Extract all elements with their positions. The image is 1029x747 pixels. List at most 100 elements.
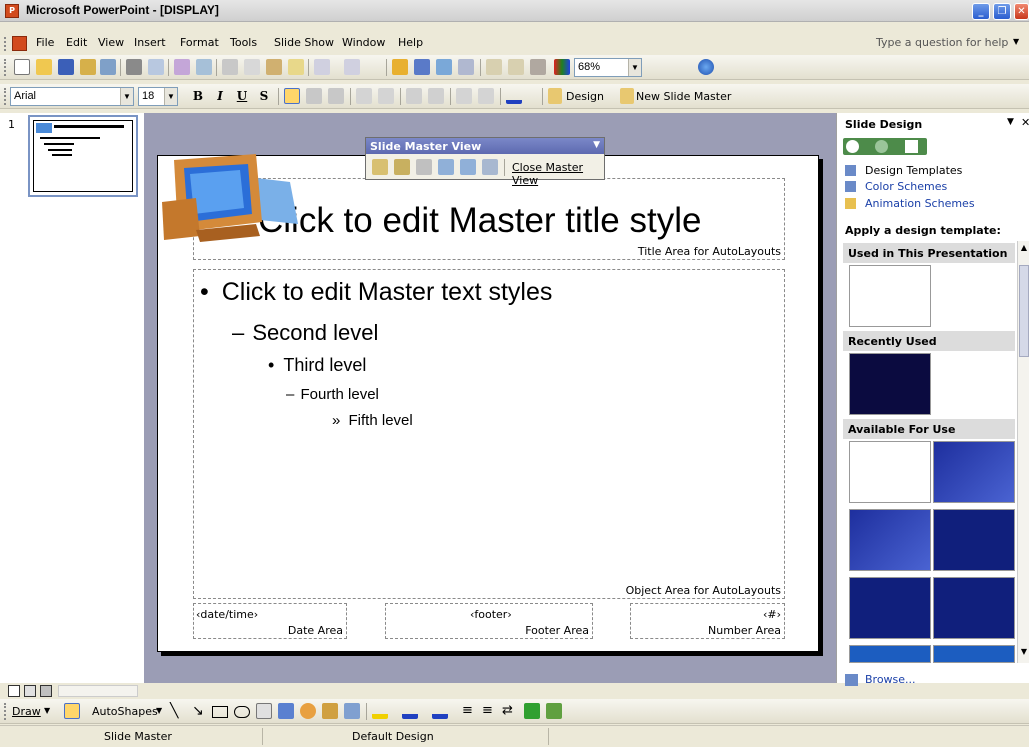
decrease-font-icon[interactable] xyxy=(428,88,444,104)
research-icon[interactable] xyxy=(196,59,212,75)
increase-font-icon[interactable] xyxy=(406,88,422,104)
help-dropdown-icon[interactable]: ▼ xyxy=(1013,37,1019,46)
new-icon[interactable] xyxy=(14,59,30,75)
browse-link[interactable]: Browse... xyxy=(865,673,916,686)
slide-show-icon[interactable] xyxy=(40,685,52,697)
insert-new-slide-master-icon[interactable] xyxy=(372,159,388,175)
master-layout-icon[interactable] xyxy=(482,159,498,175)
normal-view-icon[interactable] xyxy=(8,685,20,697)
shadow-style-icon[interactable] xyxy=(524,703,540,719)
fill-color-icon[interactable] xyxy=(372,703,388,719)
template-recent[interactable] xyxy=(849,353,931,415)
rectangle-icon[interactable] xyxy=(212,706,228,718)
scroll-up-icon[interactable]: ▲ xyxy=(1019,243,1029,255)
close-button[interactable]: ✕ xyxy=(1014,3,1029,20)
show-formatting-icon[interactable] xyxy=(508,59,524,75)
line-color-icon[interactable] xyxy=(402,703,418,719)
powerpoint-icon[interactable]: P xyxy=(5,4,19,18)
new-slide-master-button[interactable]: New Slide Master xyxy=(636,90,731,103)
menu-view[interactable]: View xyxy=(98,36,124,49)
link-animation-schemes[interactable]: Animation Schemes xyxy=(865,197,975,210)
rename-master-icon[interactable] xyxy=(460,159,476,175)
grid-icon[interactable] xyxy=(530,59,546,75)
insert-new-title-master-icon[interactable] xyxy=(394,159,410,175)
scroll-down-icon[interactable]: ▼ xyxy=(1019,647,1029,659)
save-icon[interactable] xyxy=(58,59,74,75)
template-available[interactable] xyxy=(849,441,931,503)
template-default[interactable] xyxy=(849,265,931,327)
chevron-down-icon[interactable]: ▼ xyxy=(628,59,641,76)
template-available[interactable] xyxy=(933,509,1015,571)
undo-icon[interactable] xyxy=(314,59,330,75)
chevron-down-icon[interactable]: ▼ xyxy=(156,706,162,715)
body-level-5[interactable]: » Fifth level xyxy=(332,412,413,429)
format-painter-icon[interactable] xyxy=(288,59,304,75)
menu-slide-show[interactable]: Slide Show xyxy=(274,36,334,49)
menu-file[interactable]: File xyxy=(36,36,54,49)
body-level-3[interactable]: • Third level xyxy=(268,355,366,376)
autoshapes-button[interactable]: AutoShapes xyxy=(92,705,158,718)
paste-icon[interactable] xyxy=(266,59,282,75)
design-icon[interactable] xyxy=(548,88,562,104)
picture-icon[interactable] xyxy=(344,703,360,719)
chevron-down-icon[interactable]: ▼ xyxy=(593,140,600,150)
slide-thumbnail[interactable] xyxy=(28,115,138,197)
template-available[interactable] xyxy=(849,577,931,639)
open-icon[interactable] xyxy=(36,59,52,75)
forward-icon[interactable] xyxy=(875,140,888,153)
preserve-master-icon[interactable] xyxy=(438,159,454,175)
wordart-icon[interactable] xyxy=(278,703,294,719)
body-level-4[interactable]: – Fourth level xyxy=(286,386,379,403)
line-style-icon[interactable]: ≡ xyxy=(462,703,473,718)
increase-indent-icon[interactable] xyxy=(478,88,494,104)
align-right-icon[interactable] xyxy=(328,88,344,104)
cut-icon[interactable] xyxy=(222,59,238,75)
number-placeholder[interactable]: ‹#› Number Area xyxy=(630,603,785,639)
menu-edit[interactable]: Edit xyxy=(66,36,87,49)
zoom-combo[interactable]: 68% ▼ xyxy=(574,58,642,77)
3d-style-icon[interactable] xyxy=(546,703,562,719)
menu-insert[interactable]: Insert xyxy=(134,36,166,49)
date-placeholder[interactable]: ‹date/time› Date Area xyxy=(193,603,347,639)
copy-icon[interactable] xyxy=(244,59,260,75)
task-pane-scrollbar[interactable]: ▲ ▼ xyxy=(1017,241,1029,663)
font-size-combo[interactable]: 18 ▼ xyxy=(138,87,178,106)
print-preview-icon[interactable] xyxy=(148,59,164,75)
bold-button[interactable]: B xyxy=(190,88,206,105)
menu-help[interactable]: Help xyxy=(398,36,423,49)
text-box-icon[interactable] xyxy=(256,703,272,719)
draw-menu-button[interactable]: Draw xyxy=(12,705,41,718)
spelling-icon[interactable] xyxy=(174,59,190,75)
print-icon[interactable] xyxy=(126,59,142,75)
link-design-templates[interactable]: Design Templates xyxy=(865,164,962,177)
expand-all-icon[interactable] xyxy=(486,59,502,75)
hyperlink-icon[interactable] xyxy=(458,59,474,75)
diagram-icon[interactable] xyxy=(300,703,316,719)
menu-window[interactable]: Window xyxy=(342,36,385,49)
template-available[interactable] xyxy=(849,645,931,663)
align-left-icon[interactable] xyxy=(284,88,300,104)
email-icon[interactable] xyxy=(100,59,116,75)
chevron-down-icon[interactable]: ▼ xyxy=(164,88,177,105)
delete-master-icon[interactable] xyxy=(416,159,432,175)
computer-clipart[interactable] xyxy=(160,152,298,242)
restore-button[interactable]: ❐ xyxy=(993,3,1011,20)
document-icon[interactable] xyxy=(12,36,27,51)
underline-button[interactable]: U xyxy=(234,88,250,105)
line-icon[interactable]: ╲ xyxy=(170,703,178,719)
template-available[interactable] xyxy=(849,509,931,571)
align-center-icon[interactable] xyxy=(306,88,322,104)
toolbar-title[interactable]: Slide Master View ▼ xyxy=(366,138,604,154)
insert-table-icon[interactable] xyxy=(414,59,430,75)
color-grayscale-icon[interactable] xyxy=(554,59,570,75)
scroll-thumb[interactable] xyxy=(1019,265,1029,357)
decrease-indent-icon[interactable] xyxy=(456,88,472,104)
template-available[interactable] xyxy=(933,441,1015,503)
template-available[interactable] xyxy=(933,577,1015,639)
select-objects-icon[interactable] xyxy=(64,703,80,719)
oval-icon[interactable] xyxy=(234,706,250,718)
shadow-button[interactable]: S xyxy=(256,88,272,105)
redo-icon[interactable] xyxy=(344,59,360,75)
new-slide-master-icon[interactable] xyxy=(620,88,634,104)
body-level-2[interactable]: – Second level xyxy=(232,320,378,346)
